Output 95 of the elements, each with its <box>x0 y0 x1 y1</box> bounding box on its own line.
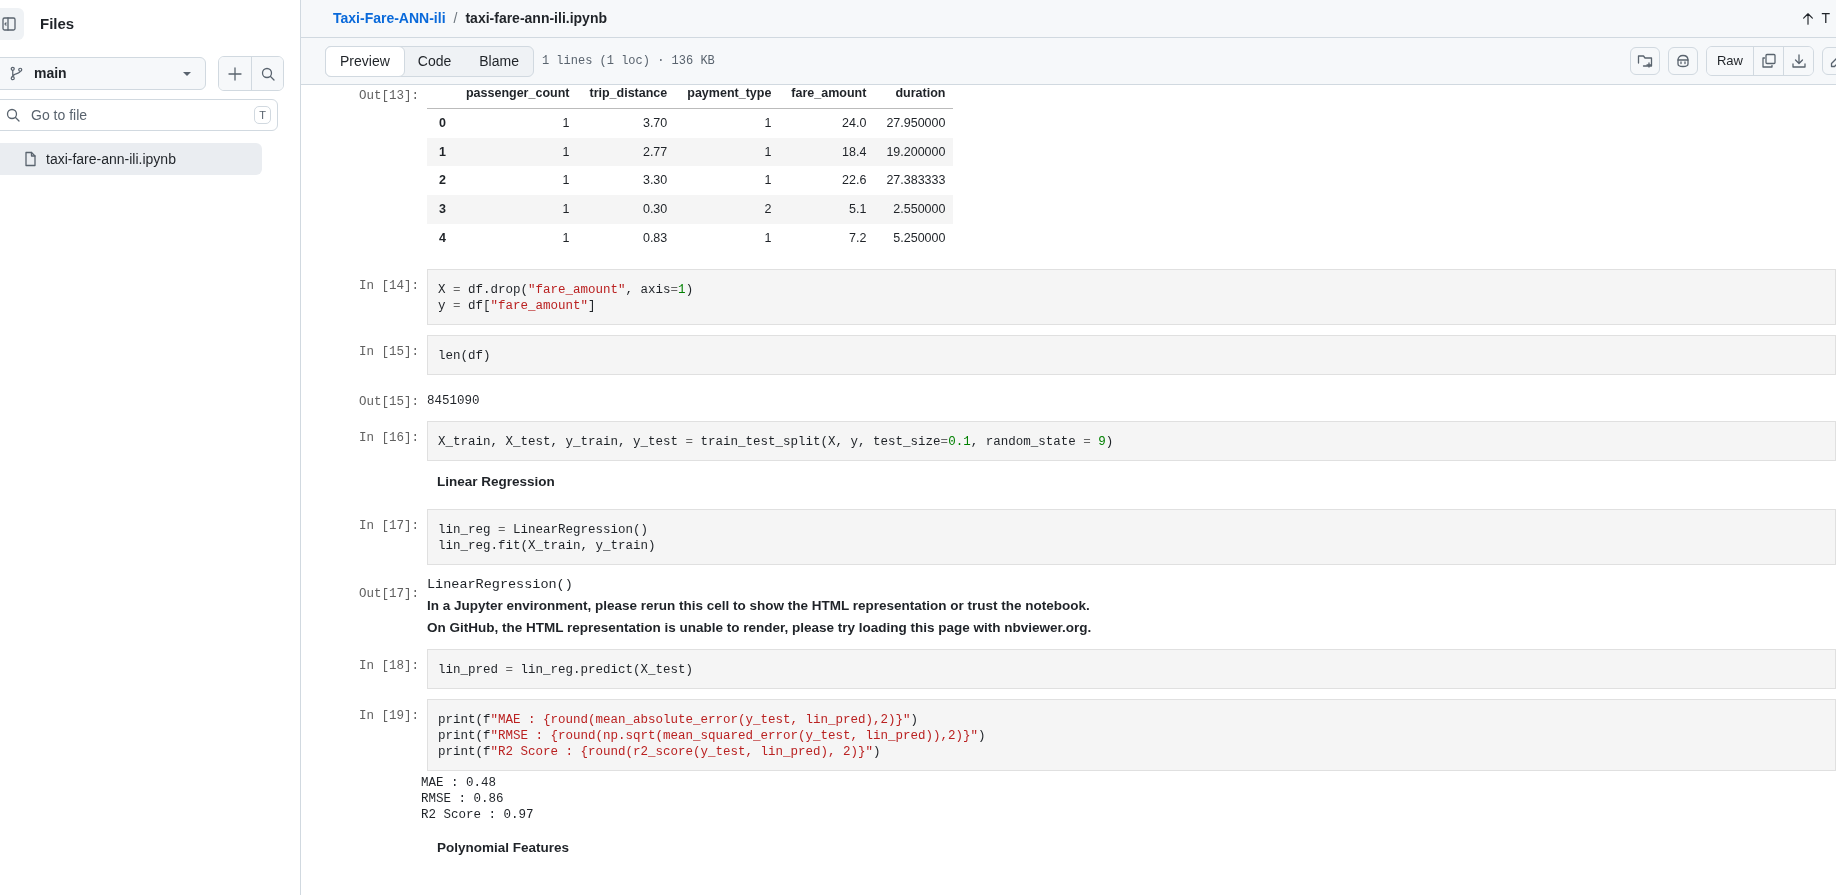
code-line: print(f"RMSE : {round(np.sqrt(mean_squared_error(y_test, lin_pred)),2)}") <box>438 727 987 744</box>
shortcut-key: T <box>254 105 271 125</box>
table-cell: 1 <box>675 108 780 138</box>
row-index: 1 <box>427 137 454 167</box>
view-tab[interactable]: Preview <box>325 45 405 77</box>
row-index: 4 <box>427 223 454 253</box>
code-line: X = df.drop("fare_amount", axis=1) <box>438 281 695 298</box>
code-line: X_train, X_test, y_train, y_test = train_test_split(X, y, test_size=0.1, random_state = 9) <box>438 434 1115 451</box>
search-icon <box>259 65 276 82</box>
table-cell: 7.2 <box>779 223 875 253</box>
sidebar-title: Files <box>40 13 75 34</box>
column-header: passenger_count <box>453 79 578 109</box>
table-cell: 27.383333 <box>874 166 954 195</box>
table-cell: 24.0 <box>779 108 875 138</box>
table-cell: 2.550000 <box>874 195 954 224</box>
table-cell: 2.77 <box>577 137 676 167</box>
output-prompt: Out[15]: <box>358 393 419 411</box>
sidebar-toggle-button[interactable] <box>0 8 24 40</box>
code-line: len(df) <box>438 347 492 364</box>
output-text: MAE : 0.48 <box>421 774 496 791</box>
column-header: fare_amount <box>779 79 875 109</box>
caret-icon <box>183 71 191 76</box>
view-tab[interactable]: Code <box>403 46 466 76</box>
file-icon <box>22 151 38 167</box>
table-cell: 1 <box>453 223 578 253</box>
output-prompt: Out[13]: <box>358 88 419 105</box>
table-cell: 5.1 <box>779 195 875 224</box>
table-cell: 1 <box>453 195 578 224</box>
table-cell: 1 <box>675 137 780 167</box>
output-text: RMSE : 0.86 <box>421 790 504 807</box>
row-index: 2 <box>427 166 454 195</box>
output-text: LinearRegression() <box>427 575 573 594</box>
input-prompt: In [16]: <box>358 430 419 448</box>
output-text: 8451090 <box>427 392 480 409</box>
column-header: duration <box>874 79 954 109</box>
table-cell: 1 <box>675 166 780 195</box>
table-cell: 0.83 <box>577 223 676 253</box>
input-prompt: In [18]: <box>358 657 419 675</box>
download-button[interactable] <box>1783 47 1813 75</box>
row-index: 3 <box>427 195 454 224</box>
code-line: lin_reg.fit(X_train, y_train) <box>438 537 657 554</box>
input-prompt: In [17]: <box>358 517 419 535</box>
output-note: In a Jupyter environment, please rerun this cell to show the HTML representation or trust the notebook. <box>427 596 1090 615</box>
code-line: y = df["fare_amount"] <box>438 297 597 314</box>
table-cell: 27.950000 <box>874 108 954 138</box>
table-cell: 0.30 <box>577 195 676 224</box>
download-icon <box>1790 53 1807 69</box>
code-line: print(f"MAE : {round(mean_absolute_error(y_test, lin_pred),2)}") <box>438 711 920 728</box>
breadcrumb-link[interactable]: Taxi-Fare-ANN-ili <box>333 8 446 29</box>
file-info: 1 lines (1 loc) · 136 KB <box>541 53 715 70</box>
output-note: On GitHub, the HTML representation is unable to render, please try loading this page with nbviewer.org. <box>427 618 1092 637</box>
table-cell: 2 <box>675 195 780 224</box>
output-text: R2 Score : 0.97 <box>421 806 534 823</box>
output-prompt: Out[17]: <box>358 585 419 603</box>
add-file-button[interactable] <box>219 57 251 90</box>
copilot-button[interactable] <box>1668 47 1698 75</box>
folder-plus-icon <box>1637 53 1653 69</box>
view-tab[interactable]: Blame <box>465 46 533 76</box>
section-heading: Polynomial Features <box>436 838 570 857</box>
plus-icon <box>227 65 243 82</box>
column-header: payment_type <box>675 79 780 109</box>
table-cell: 3.70 <box>577 108 676 138</box>
add-to-folder-button[interactable] <box>1630 47 1660 75</box>
top-link[interactable]: T <box>1821 8 1830 29</box>
file-tree-item[interactable]: taxi-fare-ann-ili.ipynb <box>0 143 262 175</box>
column-header: trip_distance <box>577 79 676 109</box>
table-cell: 5.250000 <box>874 223 954 253</box>
section-heading: Linear Regression <box>436 473 555 492</box>
table-cell: 19.200000 <box>874 137 954 167</box>
arrow-up-icon <box>1801 11 1816 26</box>
input-prompt: In [14]: <box>358 277 419 295</box>
code-line: lin_reg = LinearRegression() <box>438 521 650 538</box>
table-cell: 18.4 <box>779 137 875 167</box>
copilot-icon <box>1675 53 1691 69</box>
table-cell: 1 <box>453 137 578 167</box>
table-cell: 3.30 <box>577 166 676 195</box>
go-to-file-field[interactable]: Go to file T <box>0 99 278 131</box>
copy-icon <box>1760 53 1777 69</box>
table-cell: 1 <box>453 108 578 138</box>
breadcrumb-separator: / <box>453 9 458 28</box>
table-cell: 1 <box>453 166 578 195</box>
search-icon <box>5 107 21 123</box>
branch-selector[interactable]: main <box>0 57 206 90</box>
code-line: print(f"R2 Score : {round(r2_score(y_test, lin_pred), 2)}") <box>438 743 882 760</box>
input-prompt: In [19]: <box>358 707 419 725</box>
breadcrumb-file: taxi-fare-ann-ili.ipynb <box>465 9 607 28</box>
search-button[interactable] <box>251 57 283 90</box>
panel-icon <box>1 16 17 32</box>
code-line: lin_pred = lin_reg.predict(X_test) <box>438 661 695 678</box>
table-cell: 1 <box>675 223 780 253</box>
branch-icon <box>9 66 24 81</box>
row-index: 0 <box>427 108 454 138</box>
input-prompt: In [15]: <box>358 343 419 361</box>
go-to-file-input[interactable]: Go to file <box>29 103 247 127</box>
table-cell: 22.6 <box>779 166 875 195</box>
